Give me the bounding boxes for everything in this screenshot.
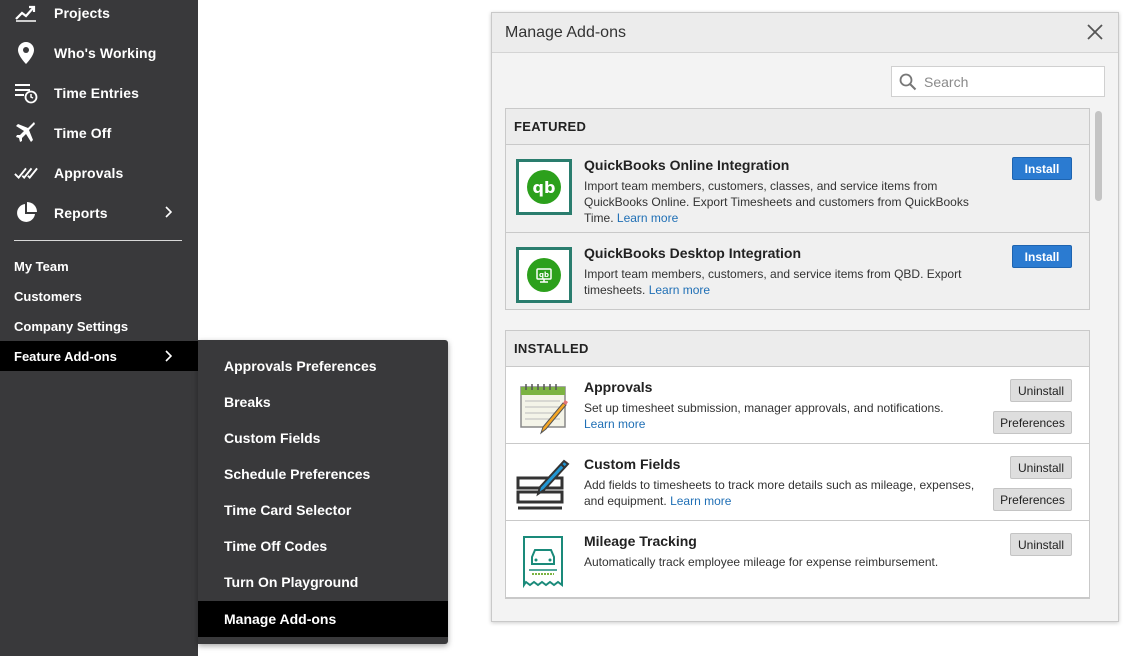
addon-title: QuickBooks Online Integration xyxy=(584,157,790,173)
learn-more-link[interactable]: Learn more xyxy=(584,417,645,431)
addon-title: QuickBooks Desktop Integration xyxy=(584,245,802,261)
addon-title: Mileage Tracking xyxy=(584,533,697,549)
list-item: Approvals Set up timesheet submission, m… xyxy=(506,367,1089,444)
uninstall-button[interactable]: Uninstall xyxy=(1010,379,1072,402)
addon-description: Add fields to timesheets to track more d… xyxy=(584,478,975,508)
sidebar-item-label: Customers xyxy=(14,288,82,304)
flyout-item-turn-on-playground[interactable]: Turn On Playground xyxy=(198,564,448,600)
sidebar-item-label: Approvals xyxy=(54,165,124,181)
sidebar-item-label: Company Settings xyxy=(14,318,129,334)
sidebar-item-company-settings[interactable]: Company Settings xyxy=(0,311,198,341)
sidebar-item-label: Reports xyxy=(54,205,108,221)
featured-section: FEATURED qb QuickBooks Online Integratio… xyxy=(505,108,1090,310)
sidebar-item-feature-add-ons[interactable]: Feature Add-ons xyxy=(0,341,198,371)
sidebar-item-approvals[interactable]: Approvals xyxy=(0,154,198,192)
scrollbar[interactable] xyxy=(1094,111,1103,607)
sidebar-item-my-team[interactable]: My Team xyxy=(0,251,198,281)
addon-description: Import team members, customers, and serv… xyxy=(584,267,962,297)
preferences-button[interactable]: Preferences xyxy=(993,411,1072,434)
chevron-right-icon xyxy=(164,205,173,221)
manage-add-ons-dialog: Manage Add-ons FEATURED qb QuickBooks On… xyxy=(491,12,1119,622)
time-entries-icon xyxy=(14,81,38,105)
pie-chart-icon xyxy=(14,201,38,225)
custom-fields-pencil-icon xyxy=(516,456,572,512)
add-ons-list[interactable]: FEATURED qb QuickBooks Online Integratio… xyxy=(505,108,1105,608)
preferences-button[interactable]: Preferences xyxy=(993,488,1072,511)
addon-description: Automatically track employee mileage for… xyxy=(584,555,939,569)
learn-more-link[interactable]: Learn more xyxy=(649,283,710,297)
learn-more-link[interactable]: Learn more xyxy=(617,211,678,225)
scrollbar-thumb[interactable] xyxy=(1095,111,1102,201)
location-pin-icon xyxy=(14,41,38,65)
sidebar-item-label: Time Off xyxy=(54,125,112,141)
sidebar-divider xyxy=(14,240,182,241)
close-icon xyxy=(1087,24,1103,40)
flyout-item-manage-add-ons[interactable]: Manage Add-ons xyxy=(198,601,448,637)
installed-section: INSTALLED Approvals Set up timesheet sub… xyxy=(505,330,1090,599)
projects-icon xyxy=(14,1,38,25)
list-item: Mileage Tracking Automatically track emp… xyxy=(506,521,1089,598)
search-icon xyxy=(899,73,917,96)
sidebar: Projects Who's Working Time Entries Time… xyxy=(0,0,198,656)
sidebar-item-label: Projects xyxy=(54,5,111,21)
checkmarks-icon xyxy=(14,161,38,185)
sidebar-item-label: My Team xyxy=(14,258,69,274)
install-button[interactable]: Install xyxy=(1012,245,1072,268)
addon-description: Set up timesheet submission, manager app… xyxy=(584,401,944,431)
mileage-receipt-car-icon xyxy=(516,533,572,589)
search-box xyxy=(891,66,1105,97)
flyout-item-time-off-codes[interactable]: Time Off Codes xyxy=(198,528,448,564)
search-input[interactable] xyxy=(924,72,1099,92)
addon-title: Custom Fields xyxy=(584,456,681,472)
airplane-icon xyxy=(14,121,38,145)
addon-description: Import team members, customers, classes,… xyxy=(584,179,969,225)
sidebar-item-customers[interactable]: Customers xyxy=(0,281,198,311)
install-button[interactable]: Install xyxy=(1012,157,1072,180)
approvals-clipboard-icon xyxy=(516,379,572,435)
sidebar-item-label: Who's Working xyxy=(54,45,157,61)
svg-text:qb: qb xyxy=(539,271,549,279)
flyout-item-time-card-selector[interactable]: Time Card Selector xyxy=(198,492,448,528)
uninstall-button[interactable]: Uninstall xyxy=(1010,533,1072,556)
quickbooks-online-logo-icon: qb xyxy=(516,159,572,215)
sidebar-item-reports[interactable]: Reports xyxy=(0,194,198,232)
close-button[interactable] xyxy=(1087,24,1107,44)
sidebar-item-time-off[interactable]: Time Off xyxy=(0,114,198,152)
list-item: qb QuickBooks Desktop Integration Import… xyxy=(506,233,1089,309)
feature-add-ons-flyout: Approvals Preferences Breaks Custom Fiel… xyxy=(198,340,448,644)
sidebar-item-label: Time Entries xyxy=(54,85,139,101)
quickbooks-desktop-logo-icon: qb xyxy=(516,247,572,303)
dialog-header: Manage Add-ons xyxy=(492,13,1118,53)
section-heading: FEATURED xyxy=(506,109,1089,145)
sidebar-item-time-entries[interactable]: Time Entries xyxy=(0,74,198,112)
learn-more-link[interactable]: Learn more xyxy=(670,494,731,508)
flyout-item-schedule-preferences[interactable]: Schedule Preferences xyxy=(198,456,448,492)
flyout-item-approvals-preferences[interactable]: Approvals Preferences xyxy=(198,348,448,384)
uninstall-button[interactable]: Uninstall xyxy=(1010,456,1072,479)
sidebar-item-label: Feature Add-ons xyxy=(14,348,117,364)
section-heading: INSTALLED xyxy=(506,331,1089,367)
addon-title: Approvals xyxy=(584,379,653,395)
dialog-title: Manage Add-ons xyxy=(505,24,626,41)
list-item: qb QuickBooks Online Integration Import … xyxy=(506,145,1089,233)
sidebar-item-whos-working[interactable]: Who's Working xyxy=(0,34,198,72)
list-item: Custom Fields Add fields to timesheets t… xyxy=(506,444,1089,521)
flyout-item-breaks[interactable]: Breaks xyxy=(198,384,448,420)
sidebar-item-projects[interactable]: Projects xyxy=(0,0,198,32)
chevron-right-icon xyxy=(164,350,173,365)
flyout-item-custom-fields[interactable]: Custom Fields xyxy=(198,420,448,456)
